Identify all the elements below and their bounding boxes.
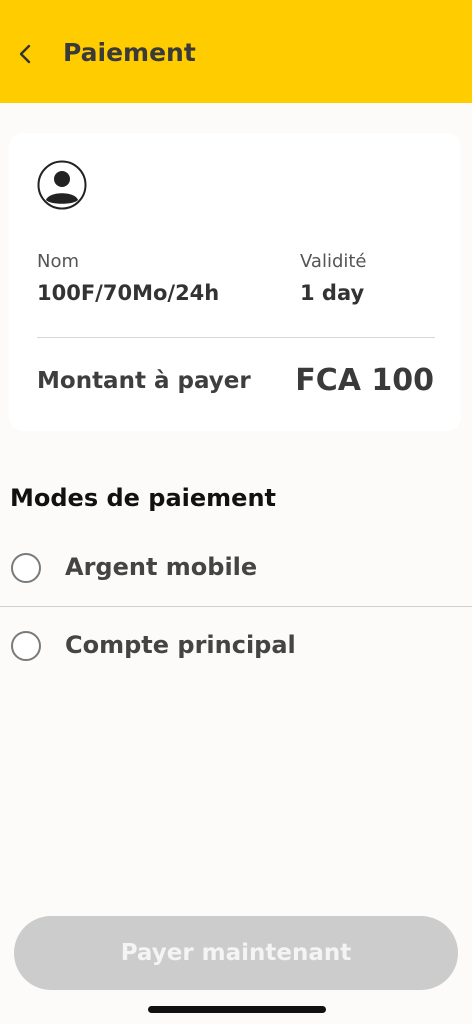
page-title: Paiement [63,38,196,67]
payment-option-mobile-money[interactable]: Argent mobile [0,536,472,600]
payment-option-main-account[interactable]: Compte principal [0,614,472,678]
validity-label: Validité [300,251,367,272]
card-divider [37,337,435,338]
payment-option-label: Argent mobile [65,553,258,581]
name-value: 100F/70Mo/24h [37,281,220,305]
validity-value: 1 day [300,281,365,305]
user-avatar-icon [37,160,87,210]
app-header: Paiement [0,0,472,103]
home-indicator [148,1006,326,1013]
option-divider [0,606,472,607]
radio-button[interactable] [11,553,41,583]
payment-option-label: Compte principal [65,631,296,659]
chevron-left-icon[interactable] [14,42,38,66]
amount-label: Montant à payer [37,368,251,394]
pay-now-button[interactable]: Payer maintenant [14,916,458,990]
radio-button[interactable] [11,631,41,661]
offer-summary-card: Nom 100F/70Mo/24h Validité 1 day Montant… [9,133,461,431]
amount-value: FCA 100 [295,363,434,398]
name-label: Nom [37,251,80,272]
payment-modes-title: Modes de paiement [10,484,277,512]
